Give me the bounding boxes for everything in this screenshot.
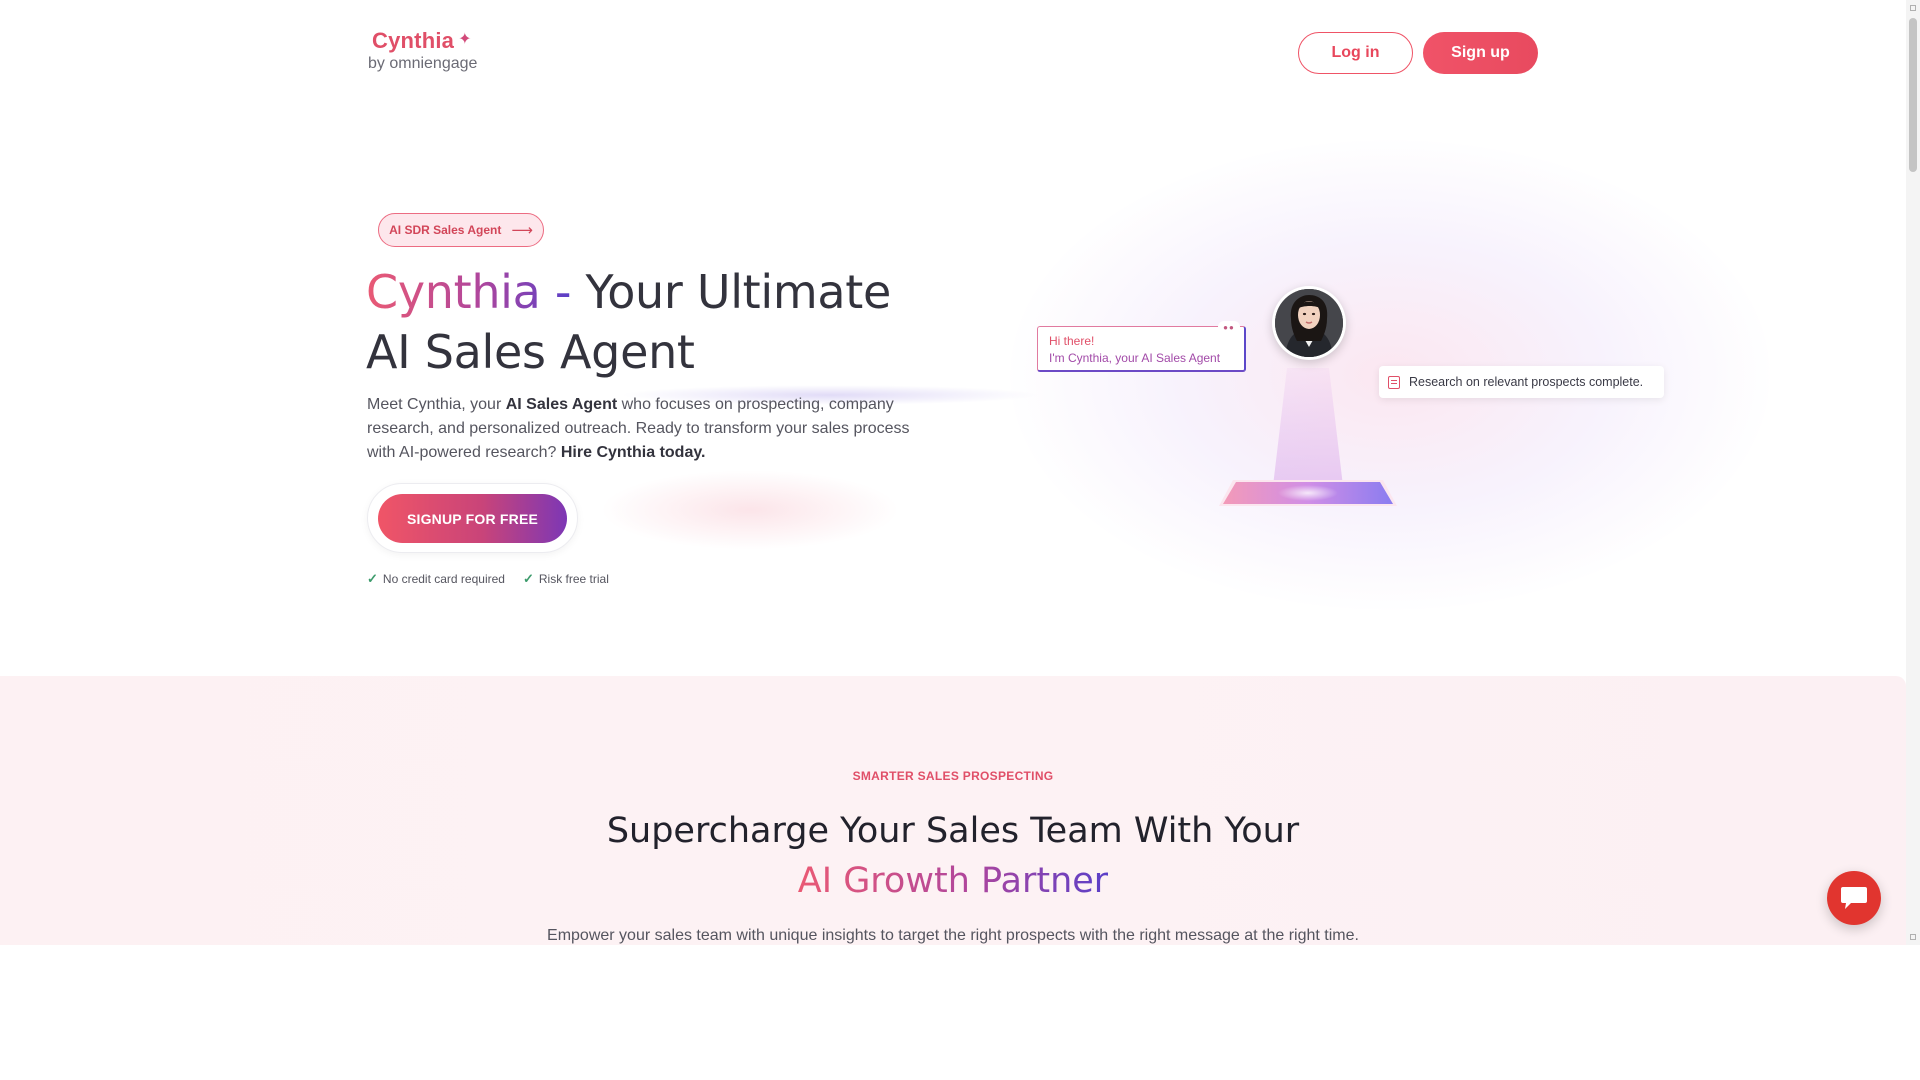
- scrollbar-thumb[interactable]: [1909, 18, 1917, 172]
- section-kicker: SMARTER SALES PROSPECTING: [852, 769, 1054, 783]
- greeting-chat-bubble: Hi there! I'm Cynthia, your AI Sales Age…: [1037, 321, 1246, 372]
- logo-subtitle: by omniengage: [368, 55, 478, 72]
- pill-label: AI SDR Sales Agent: [389, 223, 502, 237]
- section-title-gradient: AI Growth Partner: [797, 861, 1109, 901]
- agent-avatar: [1272, 286, 1346, 360]
- prospecting-section: SMARTER SALES PROSPECTING Supercharge Yo…: [0, 676, 1906, 945]
- ai-sdr-pill-link[interactable]: AI SDR Sales Agent ⟶: [378, 213, 544, 247]
- assurance-item: ✓ Risk free trial: [523, 571, 609, 587]
- section-description: Empower your sales team with unique insi…: [547, 927, 1359, 944]
- login-button[interactable]: Log in: [1298, 32, 1413, 74]
- blank-area: [0, 945, 1920, 1080]
- scroll-down-icon[interactable]: [1910, 934, 1916, 940]
- check-icon: ✓: [522, 571, 534, 586]
- assurance-item: ✓ No credit card required: [367, 571, 505, 587]
- document-icon: [1388, 375, 1400, 389]
- hero-description: Meet Cynthia, your AI Sales Agent who fo…: [367, 393, 927, 465]
- scroll-up-icon[interactable]: [1910, 5, 1916, 11]
- chat-icon: [1841, 887, 1867, 909]
- hero-title-line2: AI Sales Agent: [366, 325, 695, 379]
- section-title: Supercharge Your Sales Team With Your: [606, 811, 1300, 851]
- page-viewport: Cynthia ✦ by omniengage Log in Sign up AI…: [0, 0, 1906, 945]
- section-title-highlight: AI Growth Partner: [0, 856, 1906, 906]
- signup-for-free-button[interactable]: SIGNUP FOR FREE: [378, 494, 567, 543]
- hero-glow-accent: [600, 470, 900, 550]
- hero-title-highlight: Cynthia -: [366, 265, 572, 319]
- chat-line: I'm Cynthia, your AI Sales Agent: [1049, 351, 1221, 365]
- hologram-platform: [1219, 480, 1397, 506]
- page-scrollbar[interactable]: [1906, 0, 1920, 945]
- logo-name: Cynthia: [372, 28, 455, 53]
- agent-portrait: [1275, 289, 1343, 357]
- hero-desc-text: Meet Cynthia, your: [367, 396, 506, 413]
- assurance-label: No credit card required: [382, 572, 505, 586]
- site-logo[interactable]: Cynthia ✦ by omniengage: [368, 28, 477, 73]
- assurance-label: Risk free trial: [538, 572, 609, 586]
- arrow-right-icon: ⟶: [511, 220, 533, 239]
- check-icon: ✓: [367, 571, 378, 586]
- typing-indicator-icon: ●●: [1218, 321, 1240, 333]
- hero-title: Cynthia - Your Ultimate AI Sales Agent: [366, 262, 986, 382]
- chat-line: Hi there!: [1049, 334, 1095, 348]
- chat-widget-button[interactable]: [1827, 871, 1881, 925]
- sparkle-icon: ✦: [458, 29, 472, 48]
- cta-container: SIGNUP FOR FREE: [367, 483, 578, 553]
- signup-button[interactable]: Sign up: [1423, 32, 1538, 74]
- hero-desc-bold: Hire Cynthia today.: [560, 444, 706, 461]
- toast-text: Research on relevant prospects complete.: [1409, 375, 1644, 389]
- research-complete-toast: Research on relevant prospects complete.: [1379, 366, 1664, 398]
- hero-desc-bold: AI Sales Agent: [505, 396, 618, 413]
- hero-assurances: ✓ No credit card required ✓ Risk free tr…: [367, 571, 609, 587]
- hero-title-rest: Your Ultimate: [571, 265, 892, 319]
